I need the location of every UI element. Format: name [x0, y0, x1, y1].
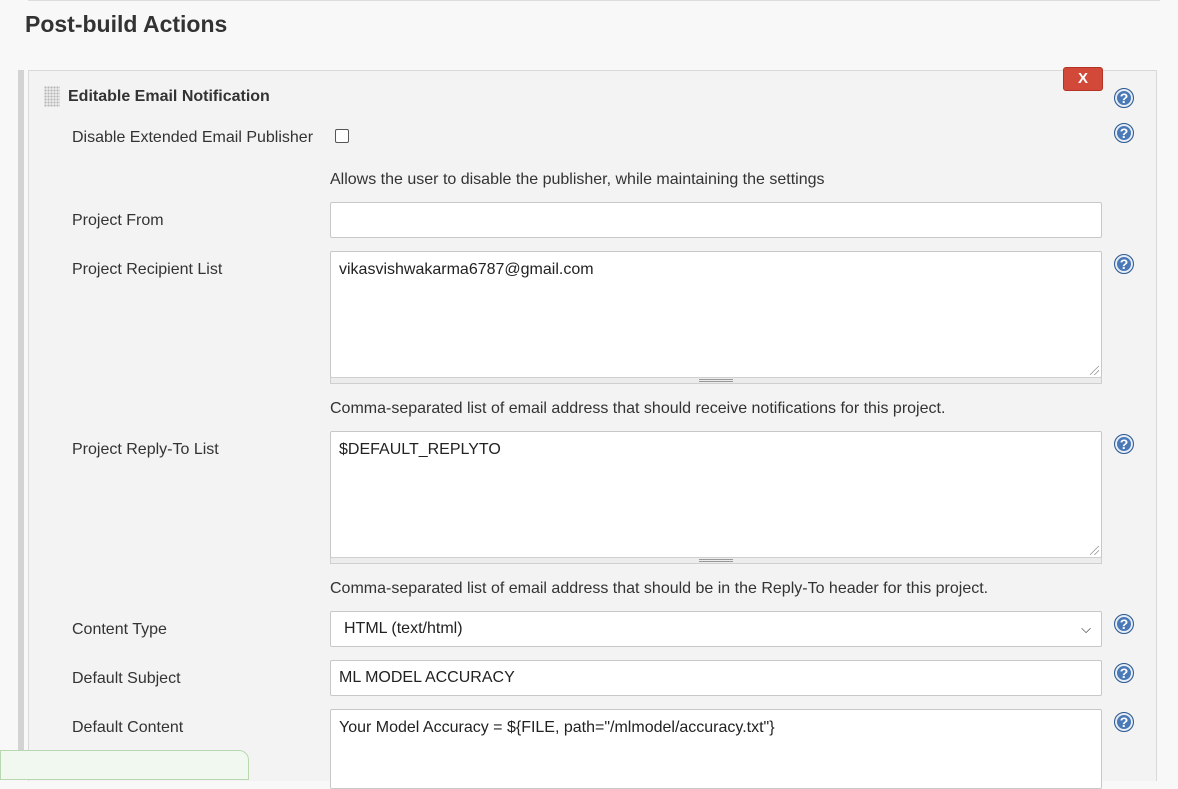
reply-to-list-label: Project Reply-To List: [72, 441, 219, 458]
help-icon[interactable]: ?: [1114, 123, 1134, 143]
default-content-textarea[interactable]: Your Model Accuracy = ${FILE, path="/mlm…: [330, 709, 1102, 789]
panel-title: Editable Email Notification: [68, 88, 270, 105]
default-content-value: Your Model Accuracy = ${FILE, path="/mlm…: [339, 719, 775, 736]
help-icon[interactable]: ?: [1114, 663, 1134, 683]
project-from-input[interactable]: [330, 202, 1102, 238]
help-icon[interactable]: ?: [1114, 614, 1134, 634]
reply-to-list-expander[interactable]: [330, 557, 1102, 564]
notification-toast: [0, 750, 249, 780]
default-content-label: Default Content: [72, 719, 184, 736]
reply-to-list-textarea[interactable]: $DEFAULT_REPLYTO: [330, 431, 1102, 558]
disable-publisher-description: Allows the user to disable the publisher…: [330, 171, 825, 188]
default-subject-input[interactable]: [330, 660, 1102, 696]
resize-grip-icon[interactable]: [1090, 546, 1099, 555]
section-title: Post-build Actions: [25, 11, 228, 37]
help-icon[interactable]: ?: [1114, 88, 1134, 108]
recipient-list-expander[interactable]: [330, 377, 1102, 384]
expander-grip-icon: [699, 379, 733, 382]
content-type-label: Content Type: [72, 621, 167, 638]
disable-publisher-checkbox[interactable]: [335, 129, 349, 143]
project-from-label: Project From: [72, 212, 164, 229]
chevron-down-icon: ⌵: [1081, 621, 1091, 636]
help-icon[interactable]: ?: [1114, 254, 1134, 274]
content-type-selected: HTML (text/html): [344, 620, 463, 637]
drag-handle-icon[interactable]: [44, 86, 60, 107]
delete-step-button[interactable]: X: [1063, 67, 1103, 91]
help-icon[interactable]: ?: [1114, 712, 1134, 732]
top-divider: [28, 0, 1160, 1]
recipient-list-value: vikasvishwakarma6787@gmail.com: [339, 261, 594, 278]
recipient-list-label: Project Recipient List: [72, 261, 223, 278]
help-icon[interactable]: ?: [1114, 434, 1134, 454]
reply-to-list-value: $DEFAULT_REPLYTO: [339, 441, 501, 458]
reply-to-list-description: Comma-separated list of email address th…: [330, 580, 989, 597]
section-left-bar: [18, 70, 24, 773]
resize-grip-icon[interactable]: [1090, 366, 1099, 375]
default-subject-label: Default Subject: [72, 670, 181, 687]
recipient-list-description: Comma-separated list of email address th…: [330, 400, 946, 417]
expander-grip-icon: [699, 559, 733, 562]
recipient-list-textarea[interactable]: vikasvishwakarma6787@gmail.com: [330, 251, 1102, 378]
content-type-select[interactable]: HTML (text/html) ⌵: [330, 611, 1102, 647]
disable-publisher-label: Disable Extended Email Publisher: [72, 129, 314, 146]
